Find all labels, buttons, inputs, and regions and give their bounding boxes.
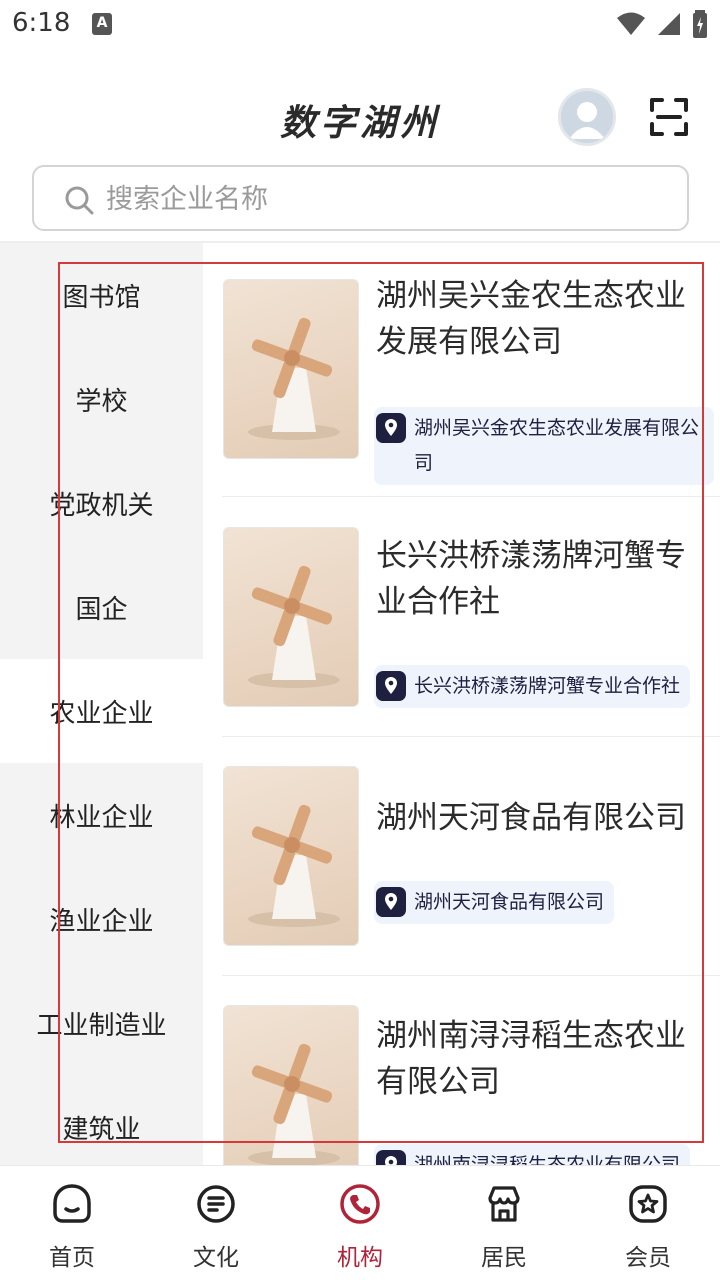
location-tag-text: 湖州天河食品有限公司 — [414, 891, 605, 913]
star-badge-icon — [629, 1185, 667, 1223]
nav-label: 居民 — [481, 1245, 527, 1271]
location-tag-text: 湖州南浔浔稻生态农业有限公司 — [414, 1154, 681, 1165]
windmill-image — [223, 1005, 359, 1165]
list-item[interactable]: 湖州天河食品有限公司 湖州天河食品有限公司 — [222, 766, 720, 976]
location-tag[interactable]: 长兴洪桥漾荡牌河蟹专业合作社 — [374, 665, 691, 708]
signal-icon — [658, 13, 680, 35]
nav-institution[interactable]: 机构 — [288, 1166, 432, 1280]
sidebar-item-label: 国企 — [75, 594, 128, 625]
category-sidebar: 图书馆 学校 党政机关 国企 农业企业 林业企业 渔业企业 工业制造业 建筑业 — [0, 243, 203, 1165]
nav-culture[interactable]: 文化 — [144, 1166, 288, 1280]
sidebar-item-library[interactable]: 图书馆 — [0, 243, 203, 347]
sidebar-item-fishery[interactable]: 渔业企业 — [0, 867, 203, 971]
sidebar-item-school[interactable]: 学校 — [0, 347, 203, 451]
nav-member[interactable]: 会员 — [576, 1166, 720, 1280]
search-icon — [65, 186, 94, 215]
divider — [222, 975, 720, 976]
location-tag-text: 湖州吴兴金农生态农业发展有限公司 — [414, 417, 700, 474]
nav-label: 会员 — [625, 1245, 671, 1271]
sidebar-item-construction[interactable]: 建筑业 — [0, 1075, 203, 1165]
location-pin-icon — [376, 413, 406, 443]
nav-label: 首页 — [49, 1245, 95, 1271]
scan-icon[interactable] — [648, 96, 690, 138]
sidebar-item-label: 学校 — [75, 386, 128, 417]
location-tag[interactable]: 湖州南浔浔稻生态农业有限公司 — [374, 1144, 691, 1165]
divider — [222, 496, 720, 497]
sidebar-item-state-enterprise[interactable]: 国企 — [0, 555, 203, 659]
home-face-icon — [53, 1184, 91, 1223]
search-input[interactable] — [106, 177, 666, 221]
location-pin-icon — [376, 1150, 406, 1165]
phone-icon — [340, 1184, 380, 1224]
company-list: 湖州吴兴金农生态农业发展有限公司 湖州吴兴金农生态农业发展有限公司 长兴洪桥漾荡… — [203, 243, 720, 1165]
sidebar-item-forestry[interactable]: 林业企业 — [0, 763, 203, 867]
windmill-image — [223, 279, 359, 459]
list-item[interactable]: 长兴洪桥漾荡牌河蟹专业合作社 长兴洪桥漾荡牌河蟹专业合作社 — [222, 527, 720, 737]
company-name: 湖州天河食品有限公司 — [376, 800, 686, 836]
sidebar-item-label: 农业企业 — [49, 698, 154, 729]
sidebar-item-label: 林业企业 — [49, 802, 154, 833]
list-item[interactable]: 湖州南浔浔稻生态农业有限公司 湖州南浔浔稻生态农业有限公司 — [222, 1005, 720, 1165]
notification-icon: A — [92, 13, 112, 35]
status-time: 6:18 — [12, 8, 71, 38]
sidebar-item-label: 渔业企业 — [49, 906, 154, 937]
status-bar: 6:18 A — [0, 0, 720, 48]
sidebar-item-government[interactable]: 党政机关 — [0, 451, 203, 555]
list-item[interactable]: 湖州吴兴金农生态农业发展有限公司 湖州吴兴金农生态农业发展有限公司 — [222, 278, 720, 497]
windmill-image — [223, 766, 359, 946]
sidebar-item-label: 工业制造业 — [36, 1010, 167, 1041]
sidebar-item-manufacturing[interactable]: 工业制造业 — [0, 971, 203, 1075]
user-icon — [561, 91, 613, 143]
search-box[interactable] — [32, 165, 689, 231]
windmill-image — [223, 527, 359, 707]
sidebar-item-agriculture[interactable]: 农业企业 — [0, 659, 203, 763]
bottom-nav: 首页 文化 机构 居民 会员 — [0, 1165, 720, 1280]
divider — [222, 736, 720, 737]
avatar[interactable] — [558, 88, 616, 146]
nav-residents[interactable]: 居民 — [432, 1166, 576, 1280]
location-tag-text: 长兴洪桥漾荡牌河蟹专业合作社 — [414, 675, 681, 697]
location-pin-icon — [376, 671, 406, 701]
location-tag[interactable]: 湖州天河食品有限公司 — [374, 881, 615, 924]
wifi-icon — [617, 12, 645, 35]
company-name: 湖州吴兴金农生态农业发展有限公司 — [376, 278, 686, 360]
nav-label: 文化 — [193, 1245, 239, 1271]
location-pin-icon — [376, 887, 406, 917]
sidebar-item-label: 建筑业 — [62, 1114, 141, 1145]
battery-icon — [693, 10, 707, 38]
company-name: 湖州南浔浔稻生态农业有限公司 — [376, 1018, 686, 1100]
nav-home[interactable]: 首页 — [0, 1166, 144, 1280]
status-icons — [616, 10, 708, 38]
document-icon — [197, 1185, 235, 1223]
shop-icon — [488, 1186, 520, 1222]
company-name: 长兴洪桥漾荡牌河蟹专业合作社 — [376, 538, 686, 620]
sidebar-item-label: 图书馆 — [62, 282, 141, 313]
location-tag[interactable]: 湖州吴兴金农生态农业发展有限公司 — [374, 407, 714, 485]
header: 数字湖州 — [0, 70, 720, 160]
sidebar-item-label: 党政机关 — [49, 490, 154, 521]
nav-label: 机构 — [337, 1245, 383, 1271]
